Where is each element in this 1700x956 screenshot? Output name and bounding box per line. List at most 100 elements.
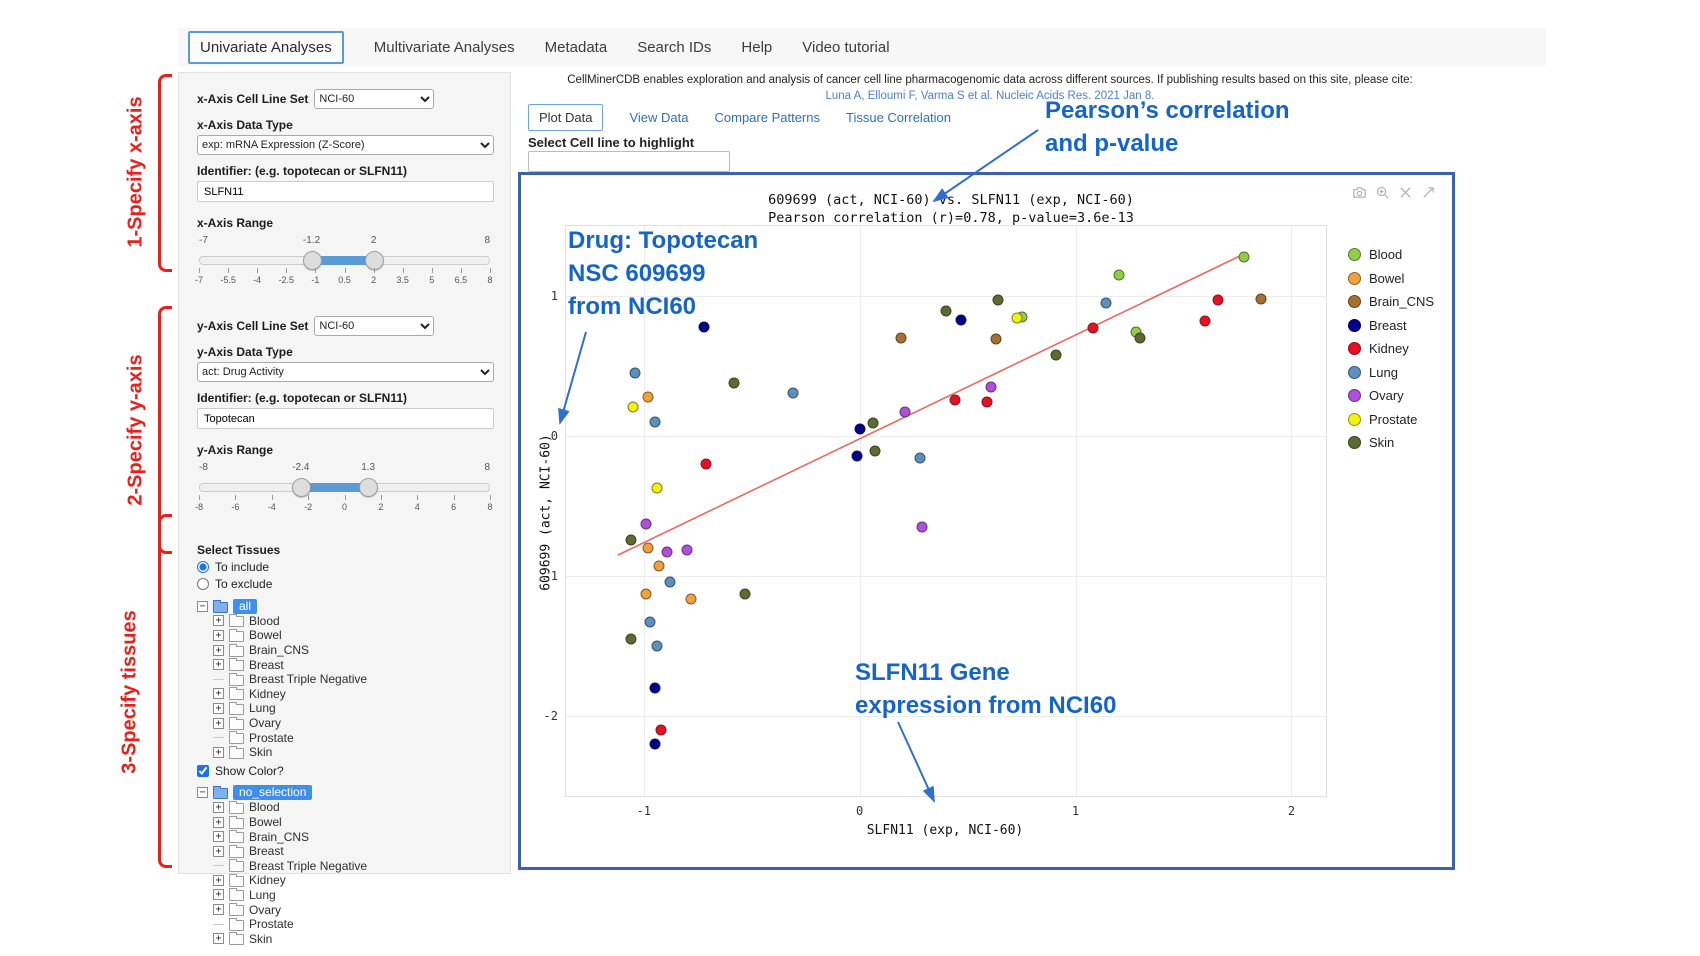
nav-tab-search-ids[interactable]: Search IDs [637,39,711,56]
nav-tab-univariate-analyses[interactable]: Univariate Analyses [188,31,344,64]
tree-expand-icon[interactable]: + [213,817,224,828]
tree-root-no-selection[interactable]: no_selection [233,785,312,800]
tree-expand-icon[interactable]: + [213,645,224,656]
legend-item-prostate[interactable]: Prostate [1348,412,1434,427]
data-point-skin [992,295,1003,306]
tree-item-ovary[interactable]: Ovary [249,716,281,730]
tab-view-data[interactable]: View Data [629,110,688,125]
tab-plot-data[interactable]: Plot Data [528,104,603,131]
tree-collapse-icon[interactable]: − [197,601,208,612]
y-range-tick [235,495,236,500]
tree-item-breast[interactable]: Breast [249,844,284,858]
tree-expand-icon[interactable]: + [213,703,224,714]
legend-item-brain-cns[interactable]: Brain_CNS [1348,294,1434,309]
legend-item-skin[interactable]: Skin [1348,435,1434,450]
legend-swatch [1348,295,1361,308]
tree-item-breast[interactable]: Breast [249,658,284,672]
tab-compare-patterns[interactable]: Compare Patterns [715,110,821,125]
data-point-skin [1135,333,1146,344]
tree-leaf-dash [213,679,224,680]
x-data-type-select[interactable]: exp: mRNA Expression (Z-Score) [197,135,494,155]
gene-note: SLFN11 Gene expression from NCI60 [855,656,1116,722]
legend-item-ovary[interactable]: Ovary [1348,388,1434,403]
tree-expand-icon[interactable]: + [213,630,224,641]
tree-expand-icon[interactable]: + [213,933,224,944]
tree-expand-icon[interactable]: + [213,875,224,886]
tree-root-all[interactable]: all [233,599,257,614]
tree-item-prostate[interactable]: Prostate [249,917,294,931]
y-range-slider[interactable]: -88-2.41.3-8-6-4-202468 [199,461,490,519]
tree-expand-icon[interactable]: + [213,831,224,842]
tree-expand-icon[interactable]: + [213,718,224,729]
tree-expand-icon[interactable]: + [213,615,224,626]
step3-bracket [158,514,172,868]
tree-item-blood[interactable]: Blood [249,614,280,628]
x-identifier-input[interactable] [197,181,494,202]
tree-expand-icon[interactable]: + [213,747,224,758]
tree-item-skin[interactable]: Skin [249,745,272,759]
camera-icon[interactable] [1352,185,1367,200]
tree-item-kidney[interactable]: Kidney [249,687,286,701]
nav-tab-help[interactable]: Help [741,39,772,56]
x-range-low-handle[interactable] [303,251,322,270]
exclude-radio-row[interactable]: To exclude [197,577,494,591]
y-identifier-input[interactable] [197,408,494,429]
legend-item-kidney[interactable]: Kidney [1348,341,1434,356]
y-identifier-label: Identifier: (e.g. topotecan or SLFN11) [197,391,494,405]
legend-item-blood[interactable]: Blood [1348,247,1434,262]
tree-item-bowel[interactable]: Bowel [249,628,282,642]
tab-tissue-correlation[interactable]: Tissue Correlation [846,110,951,125]
show-color-row[interactable]: Show Color? [197,764,494,778]
tree-item-skin[interactable]: Skin [249,932,272,946]
nav-tab-multivariate-analyses[interactable]: Multivariate Analyses [374,39,515,56]
tree-item-prostate[interactable]: Prostate [249,731,294,745]
tree-expand-icon[interactable]: + [213,846,224,857]
y-data-type-select[interactable]: act: Drug Activity [197,362,494,382]
x-tick-label: 1 [1072,804,1079,818]
tree-expand-icon[interactable]: + [213,659,224,670]
x-axis-title: SLFN11 (exp, NCI-60) [565,823,1325,838]
show-color-label: Show Color? [215,764,284,778]
tree-item-brain-cns[interactable]: Brain_CNS [249,643,309,657]
legend-swatch [1348,436,1361,449]
include-radio-row[interactable]: To include [197,560,494,574]
data-point-kidney [949,394,960,405]
legend-item-breast[interactable]: Breast [1348,318,1434,333]
zoom-in-icon[interactable] [1375,185,1390,200]
legend-item-lung[interactable]: Lung [1348,365,1434,380]
tree-item-bowel[interactable]: Bowel [249,815,282,829]
x-cell-line-set-select[interactable]: NCI-60 [314,89,434,109]
tree-item-lung[interactable]: Lung [249,888,276,902]
tree-item-breast-triple-negative[interactable]: Breast Triple Negative [249,672,367,686]
tree-item-brain-cns[interactable]: Brain_CNS [249,830,309,844]
x-range-slider[interactable]: -78-1.22-7-5.5-4-2.5-10.523.556.58 [199,234,490,292]
data-point-skin [625,534,636,545]
nav-tab-video-tutorial[interactable]: Video tutorial [802,39,889,56]
tree-expand-icon[interactable]: + [213,904,224,915]
x-range-min-label: -7 [199,235,208,246]
close-icon[interactable] [1398,185,1413,200]
tree-expand-icon[interactable]: + [213,688,224,699]
expand-icon[interactable] [1421,185,1436,200]
y-range-high-handle[interactable] [359,478,378,497]
include-radio[interactable] [197,561,209,573]
citation-link[interactable]: Luna A, Elloumi F, Varma S et al. Nuclei… [520,90,1460,102]
show-color-checkbox[interactable] [197,765,209,777]
highlight-cell-line-input[interactable] [528,151,730,172]
legend-item-bowel[interactable]: Bowel [1348,271,1434,286]
tree-item-blood[interactable]: Blood [249,800,280,814]
tree-expand-icon[interactable]: + [213,889,224,900]
tree-item-lung[interactable]: Lung [249,701,276,715]
legend-swatch [1348,248,1361,261]
tree-expand-icon[interactable]: + [213,802,224,813]
tree-collapse-icon[interactable]: − [197,787,208,798]
top-navigation: Univariate Analyses Multivariate Analyses… [178,28,1546,66]
exclude-radio[interactable] [197,578,209,590]
tree-item-kidney[interactable]: Kidney [249,873,286,887]
tree-item-ovary[interactable]: Ovary [249,903,281,917]
folder-icon [229,733,244,744]
y-cell-line-set-select[interactable]: NCI-60 [314,316,434,336]
legend-label: Lung [1369,365,1398,380]
nav-tab-metadata[interactable]: Metadata [545,39,608,56]
tree-item-breast-triple-negative[interactable]: Breast Triple Negative [249,859,367,873]
